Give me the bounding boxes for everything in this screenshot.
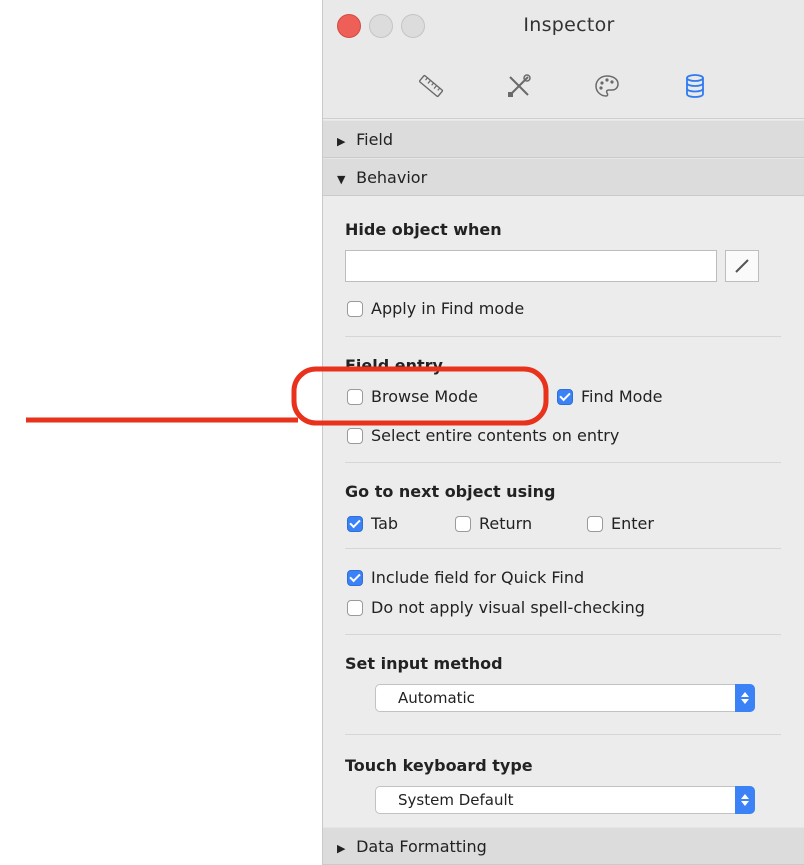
tab-label: Tab — [371, 514, 399, 533]
enter-checkbox[interactable]: Enter — [587, 514, 654, 533]
appearance-tab[interactable] — [587, 66, 627, 106]
hide-object-when-field[interactable] — [345, 250, 717, 282]
input-method-value: Automatic — [398, 689, 475, 707]
tools-icon — [508, 74, 531, 97]
include-quick-find-label: Include field for Quick Find — [371, 568, 585, 587]
touch-keyboard-select[interactable]: System Default — [375, 786, 755, 814]
divider — [345, 634, 781, 635]
styles-tab[interactable] — [499, 66, 539, 106]
section-data-formatting-header[interactable]: ▶ Data Formatting — [323, 827, 804, 865]
browse-mode-checkbox[interactable]: Browse Mode — [347, 387, 478, 406]
edit-calculation-button[interactable] — [725, 250, 759, 282]
divider — [345, 548, 781, 549]
touch-keyboard-value: System Default — [398, 791, 514, 809]
checkbox-box[interactable] — [347, 599, 363, 616]
checkbox-box[interactable] — [455, 515, 471, 532]
position-tab[interactable] — [411, 66, 451, 106]
select-stepper-icon — [735, 684, 755, 712]
divider — [345, 462, 781, 463]
checkbox-box[interactable] — [347, 388, 363, 405]
divider — [345, 734, 781, 735]
section-data-formatting-label: Data Formatting — [356, 837, 487, 856]
checkbox-box-checked[interactable] — [347, 515, 363, 532]
pencil-icon — [735, 259, 749, 273]
palette-icon — [595, 75, 619, 97]
checkbox-box[interactable] — [347, 427, 363, 444]
no-spell-check-checkbox[interactable]: Do not apply visual spell-checking — [347, 598, 645, 617]
select-stepper-icon — [735, 786, 755, 814]
title-bar: Inspector — [323, 0, 804, 56]
field-entry-label: Field entry — [345, 356, 443, 375]
section-behavior-label: Behavior — [356, 168, 428, 187]
include-quick-find-checkbox[interactable]: Include field for Quick Find — [347, 568, 584, 587]
checkbox-box[interactable] — [347, 300, 363, 317]
no-spell-check-label: Do not apply visual spell-checking — [371, 598, 645, 617]
hide-object-when-label: Hide object when — [345, 220, 502, 239]
disclosure-triangle-right-icon: ▶ — [337, 135, 346, 148]
find-mode-checkbox[interactable]: Find Mode — [557, 387, 662, 406]
window-title: Inspector — [523, 14, 615, 36]
checkbox-box-checked[interactable] — [557, 388, 573, 405]
section-behavior-header[interactable]: ▼ Behavior — [323, 158, 804, 196]
apply-in-find-mode-checkbox[interactable]: Apply in Find mode — [347, 299, 524, 318]
divider — [345, 336, 781, 337]
database-icon — [686, 74, 704, 98]
data-tab[interactable] — [675, 66, 715, 106]
return-checkbox[interactable]: Return — [455, 514, 532, 533]
section-field-header[interactable]: ▶ Field — [323, 120, 804, 158]
checkbox-box-checked[interactable] — [347, 569, 363, 586]
section-field-label: Field — [356, 130, 394, 149]
ruler-icon — [418, 74, 444, 98]
find-mode-label: Find Mode — [581, 387, 663, 406]
touch-keyboard-type-label: Touch keyboard type — [345, 756, 533, 775]
set-input-method-label: Set input method — [345, 654, 503, 673]
apply-in-find-mode-label: Apply in Find mode — [371, 299, 525, 318]
browse-mode-label: Browse Mode — [371, 387, 478, 406]
select-entire-contents-checkbox[interactable]: Select entire contents on entry — [347, 426, 619, 445]
inspector-toolbar — [323, 56, 804, 119]
inspector-window: Inspector ▶ Field ▼ Behavior Hide object… — [322, 0, 804, 865]
enter-label: Enter — [611, 514, 654, 533]
input-method-select[interactable]: Automatic — [375, 684, 755, 712]
go-to-next-object-label: Go to next object using — [345, 482, 556, 501]
checkbox-box[interactable] — [587, 515, 603, 532]
return-label: Return — [479, 514, 533, 533]
disclosure-triangle-down-icon: ▼ — [337, 173, 346, 186]
behavior-panel: Hide object when Apply in Find mode Fiel… — [323, 198, 804, 824]
tab-checkbox[interactable]: Tab — [347, 514, 398, 533]
select-entire-contents-label: Select entire contents on entry — [371, 426, 620, 445]
disclosure-triangle-right-icon: ▶ — [337, 842, 346, 855]
